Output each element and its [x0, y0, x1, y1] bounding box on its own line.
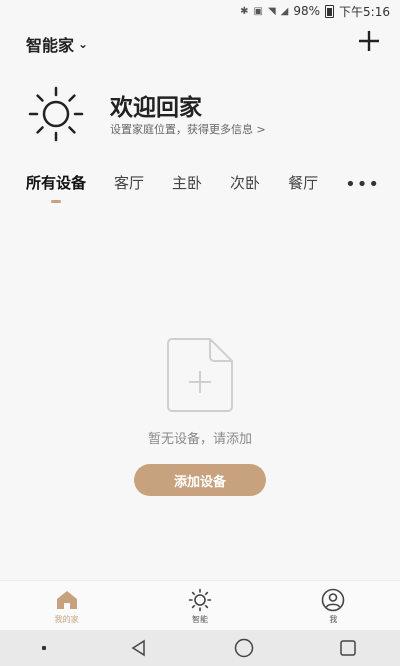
add-device-button[interactable]: 添加设备	[134, 464, 266, 496]
back-icon[interactable]	[129, 638, 149, 658]
user-icon	[322, 588, 345, 611]
tab-second-bedroom[interactable]: 次卧	[230, 172, 260, 193]
battery-icon	[325, 4, 335, 18]
nav-me[interactable]: 我	[267, 581, 400, 631]
set-location-link[interactable]: 设置家庭位置，获得更多信息 >	[110, 121, 266, 137]
signal-icon: ◢	[280, 5, 289, 17]
nav-smart[interactable]: 智能	[133, 581, 266, 631]
nav-label: 智能	[191, 614, 208, 624]
tab-dining-room[interactable]: 餐厅	[288, 172, 318, 193]
nav-my-home[interactable]: 我的家	[0, 581, 133, 631]
sun-icon	[188, 588, 212, 611]
nav-label: 我	[329, 614, 338, 624]
bottom-nav: 我的家 智能 我	[0, 580, 400, 631]
tab-all-devices[interactable]: 所有设备	[26, 172, 86, 203]
status-bar: ✱ ▣ ◥ ◢ 98% 下午5:16	[0, 0, 400, 22]
chevron-down-icon: ⌄	[78, 37, 89, 51]
home-circle-icon[interactable]	[233, 637, 255, 659]
home-icon	[56, 590, 77, 609]
empty-state-text: 暂无设备，请添加	[147, 432, 252, 447]
home-selector[interactable]: 智能家 ⌄	[26, 32, 88, 56]
bluetooth-icon: ✱	[240, 5, 249, 17]
home-name: 智能家	[26, 36, 75, 55]
nfc-icon: ▣	[253, 5, 263, 17]
menu-dot-icon[interactable]	[41, 646, 46, 650]
room-tabs: 所有设备 客厅 主卧 次卧 餐厅	[26, 172, 386, 203]
battery-percent: 98%	[293, 4, 321, 18]
tab-master-bedroom[interactable]: 主卧	[172, 172, 202, 193]
system-navigation-bar	[0, 630, 400, 666]
nav-label: 我的家	[54, 614, 79, 624]
welcome-title: 欢迎回家	[110, 95, 202, 121]
add-icon[interactable]	[356, 28, 382, 54]
wifi-icon: ◥	[267, 5, 276, 17]
recents-icon[interactable]	[338, 638, 358, 658]
more-icon[interactable]: •••	[345, 174, 380, 195]
sun-weather-icon	[28, 86, 84, 142]
tab-living-room[interactable]: 客厅	[114, 172, 144, 193]
empty-document-icon	[167, 338, 233, 412]
status-time: 下午5:16	[339, 4, 390, 19]
